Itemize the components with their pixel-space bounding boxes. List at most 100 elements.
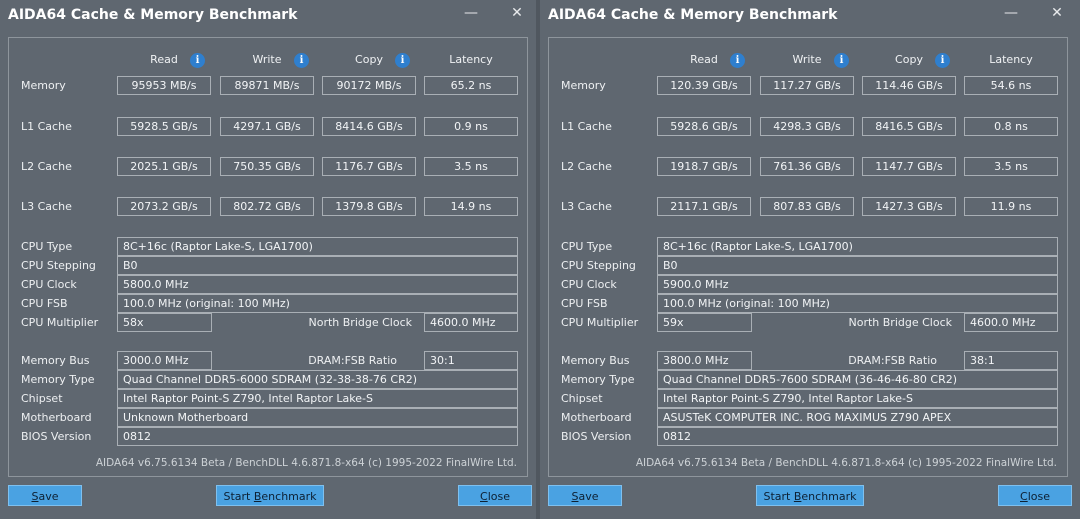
close-icon[interactable]: ✕ [1050, 6, 1064, 20]
close-button-mnemonic: C [1020, 490, 1028, 503]
cpu-clock-value: 5800.0 MHz [117, 275, 518, 294]
l3-read: 2117.1 GB/s [657, 197, 751, 216]
l1-read: 5928.5 GB/s [117, 117, 211, 136]
close-button[interactable]: Close [998, 485, 1072, 506]
header-copy: Copy [355, 53, 383, 66]
l3-copy: 1379.8 GB/s [322, 197, 416, 216]
bios-version-label: BIOS Version [21, 430, 92, 443]
start-benchmark-label-rest: enchmark [261, 490, 317, 503]
nb-clock-value: 4600.0 MHz [424, 313, 518, 332]
l2-read: 1918.7 GB/s [657, 157, 751, 176]
close-icon[interactable]: ✕ [510, 6, 524, 20]
close-button-mnemonic: C [480, 490, 488, 503]
cpu-stepping-value: B0 [657, 256, 1058, 275]
row-label-l1: L1 Cache [561, 120, 612, 133]
l3-write: 802.72 GB/s [220, 197, 314, 216]
cpu-type-label: CPU Type [21, 240, 73, 253]
memory-write: 117.27 GB/s [760, 76, 854, 95]
motherboard-label: Motherboard [21, 411, 92, 424]
l2-write: 761.36 GB/s [760, 157, 854, 176]
memory-latency: 54.6 ns [964, 76, 1058, 95]
l3-copy: 1427.3 GB/s [862, 197, 956, 216]
minimize-icon[interactable]: — [1004, 6, 1018, 20]
info-icon[interactable]: i [190, 53, 205, 68]
header-write: Write [792, 53, 822, 66]
nb-clock-label: North Bridge Clock [848, 316, 952, 329]
info-icon[interactable]: i [294, 53, 309, 68]
cpu-clock-label: CPU Clock [21, 278, 77, 291]
l1-latency: 0.8 ns [964, 117, 1058, 136]
window-title: AIDA64 Cache & Memory Benchmark [8, 7, 298, 23]
l2-read: 2025.1 GB/s [117, 157, 211, 176]
l1-copy: 8416.5 GB/s [862, 117, 956, 136]
l2-copy: 1176.7 GB/s [322, 157, 416, 176]
chipset-label: Chipset [21, 392, 63, 405]
info-icon[interactable]: i [834, 53, 849, 68]
l1-latency: 0.9 ns [424, 117, 518, 136]
cpu-type-value: 8C+16c (Raptor Lake-S, LGA1700) [117, 237, 518, 256]
info-icon[interactable]: i [730, 53, 745, 68]
cpu-multiplier-label: CPU Multiplier [561, 316, 639, 329]
save-button[interactable]: Save [548, 485, 622, 506]
minimize-icon[interactable]: — [464, 6, 478, 20]
chipset-value: Intel Raptor Point-S Z790, Intel Raptor … [117, 389, 518, 408]
header-latency: Latency [449, 53, 493, 66]
benchmark-window-left: AIDA64 Cache & Memory Benchmark — ✕ Read… [0, 0, 536, 519]
memory-read: 95953 MB/s [117, 76, 211, 95]
l2-copy: 1147.7 GB/s [862, 157, 956, 176]
cpu-stepping-value: B0 [117, 256, 518, 275]
bios-version-value: 0812 [117, 427, 518, 446]
row-label-l2: L2 Cache [21, 160, 72, 173]
memory-read: 120.39 GB/s [657, 76, 751, 95]
motherboard-value: Unknown Motherboard [117, 408, 518, 427]
start-benchmark-button[interactable]: Start Benchmark [756, 485, 864, 506]
info-icon[interactable]: i [935, 53, 950, 68]
dram-fsb-ratio-value: 38:1 [964, 351, 1058, 370]
header-latency: Latency [989, 53, 1033, 66]
cpu-fsb-label: CPU FSB [21, 297, 68, 310]
memory-type-label: Memory Type [21, 373, 95, 386]
dram-fsb-ratio-value: 30:1 [424, 351, 518, 370]
row-label-l1: L1 Cache [21, 120, 72, 133]
header-read: Read [150, 53, 178, 66]
benchmark-panel: Read i Write i Copy i Latency Memory 120… [548, 37, 1068, 477]
memory-write: 89871 MB/s [220, 76, 314, 95]
l2-write: 750.35 GB/s [220, 157, 314, 176]
cpu-type-label: CPU Type [561, 240, 613, 253]
memory-type-value: Quad Channel DDR5-6000 SDRAM (32-38-38-7… [117, 370, 518, 389]
l2-latency: 3.5 ns [424, 157, 518, 176]
save-button[interactable]: Save [8, 485, 82, 506]
cpu-stepping-label: CPU Stepping [21, 259, 96, 272]
cpu-fsb-label: CPU FSB [561, 297, 608, 310]
cpu-clock-label: CPU Clock [561, 278, 617, 291]
cpu-fsb-value: 100.0 MHz (original: 100 MHz) [657, 294, 1058, 313]
benchmark-window-right: AIDA64 Cache & Memory Benchmark — ✕ Read… [540, 0, 1076, 519]
start-benchmark-label-pre: Start [763, 490, 794, 503]
memory-type-value: Quad Channel DDR5-7600 SDRAM (36-46-46-8… [657, 370, 1058, 389]
cpu-multiplier-value: 58x [117, 313, 212, 332]
start-benchmark-button[interactable]: Start Benchmark [216, 485, 324, 506]
row-label-memory: Memory [561, 79, 606, 92]
dram-fsb-ratio-label: DRAM:FSB Ratio [308, 354, 397, 367]
window-title: AIDA64 Cache & Memory Benchmark [548, 7, 838, 23]
close-button[interactable]: Close [458, 485, 532, 506]
save-button-label: ave [38, 490, 59, 503]
memory-bus-label: Memory Bus [561, 354, 630, 367]
l1-copy: 8414.6 GB/s [322, 117, 416, 136]
l1-write: 4297.1 GB/s [220, 117, 314, 136]
l3-latency: 11.9 ns [964, 197, 1058, 216]
chipset-label: Chipset [561, 392, 603, 405]
l1-write: 4298.3 GB/s [760, 117, 854, 136]
bios-version-label: BIOS Version [561, 430, 632, 443]
nb-clock-label: North Bridge Clock [308, 316, 412, 329]
l1-read: 5928.6 GB/s [657, 117, 751, 136]
l3-read: 2073.2 GB/s [117, 197, 211, 216]
cpu-multiplier-label: CPU Multiplier [21, 316, 99, 329]
header-write: Write [252, 53, 282, 66]
info-icon[interactable]: i [395, 53, 410, 68]
save-button-label: ave [578, 490, 599, 503]
benchmark-panel: Read i Write i Copy i Latency Memory 959… [8, 37, 528, 477]
header-read: Read [690, 53, 718, 66]
header-copy: Copy [895, 53, 923, 66]
row-label-l3: L3 Cache [21, 200, 72, 213]
